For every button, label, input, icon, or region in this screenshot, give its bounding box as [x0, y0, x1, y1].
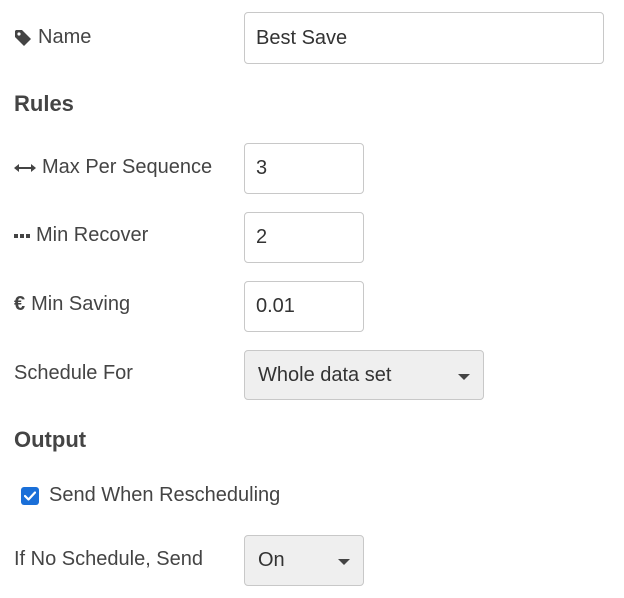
name-input-value: Best Save	[256, 26, 348, 49]
name-row: Name	[14, 26, 91, 49]
min-saving-row: € Min Saving	[14, 293, 130, 316]
min-recover-label: Min Recover	[14, 224, 148, 247]
max-per-sequence-value: 3	[256, 157, 268, 179]
max-per-sequence-label: Max Per Sequence	[14, 156, 212, 179]
if-no-schedule-row: If No Schedule, Send	[14, 548, 203, 571]
min-recover-value: 2	[256, 226, 268, 248]
chevron-down-icon	[338, 559, 350, 565]
min-saving-value: 0.01	[256, 295, 295, 317]
schedule-for-row: Schedule For	[14, 362, 133, 385]
max-per-sequence-row: Max Per Sequence	[14, 156, 212, 179]
schedule-for-select[interactable]: Whole data set	[244, 350, 484, 400]
euro-icon: €	[14, 293, 26, 315]
min-saving-label: € Min Saving	[14, 293, 130, 316]
min-recover-row: Min Recover	[14, 224, 148, 247]
min-saving-input[interactable]: 0.01	[244, 281, 364, 332]
min-recover-label-text: Min Recover	[36, 224, 149, 246]
checkmark-icon	[24, 490, 36, 501]
output-heading: Output	[14, 427, 87, 452]
schedule-for-selected: Whole data set	[258, 363, 392, 386]
rules-heading: Rules	[14, 91, 74, 116]
name-label: Name	[14, 26, 91, 49]
min-saving-label-text: Min Saving	[31, 293, 131, 315]
horizontal-arrows-icon	[14, 162, 36, 174]
send-when-rescheduling-checkbox[interactable]	[21, 486, 39, 505]
tag-icon	[14, 29, 32, 47]
max-per-sequence-label-text: Max Per Sequence	[42, 156, 213, 178]
if-no-schedule-selected: On	[258, 549, 285, 571]
send-when-rescheduling-row: Send When Rescheduling	[21, 484, 280, 507]
chevron-down-icon	[458, 373, 470, 380]
if-no-schedule-select[interactable]: On	[244, 535, 364, 586]
if-no-schedule-label: If No Schedule, Send	[14, 548, 204, 570]
name-label-text: Name	[38, 26, 92, 48]
ellipsis-icon	[14, 233, 30, 239]
max-per-sequence-input[interactable]: 3	[244, 143, 364, 194]
name-input[interactable]: Best Save	[244, 12, 604, 64]
min-recover-input[interactable]: 2	[244, 212, 364, 263]
schedule-for-label: Schedule For	[14, 362, 133, 384]
send-when-rescheduling-label[interactable]: Send When Rescheduling	[49, 484, 280, 507]
